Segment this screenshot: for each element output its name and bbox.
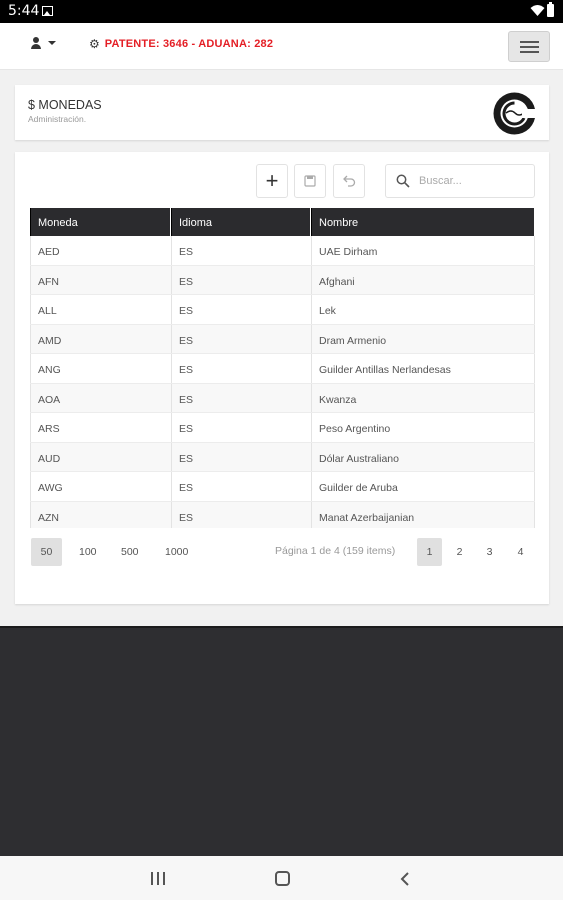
page-button-3[interactable]: 3 xyxy=(477,538,502,566)
page-size-50[interactable]: 50 xyxy=(31,538,62,566)
company-logo xyxy=(493,92,537,135)
cell-nombre: Afghani xyxy=(311,265,535,294)
cell-moneda: AWG xyxy=(30,472,171,501)
save-button[interactable] xyxy=(294,164,326,198)
cell-idioma: ES xyxy=(171,501,311,528)
cell-nombre: Dram Armenio xyxy=(311,324,535,353)
page-size-500[interactable]: 500 xyxy=(113,538,147,566)
back-button[interactable] xyxy=(399,872,411,886)
add-button[interactable]: + xyxy=(256,164,288,198)
gallery-notification-icon xyxy=(42,6,53,16)
recents-icon xyxy=(151,872,153,885)
column-header-idioma[interactable]: Idioma xyxy=(171,208,311,236)
footer-area xyxy=(0,626,563,856)
page-size-100[interactable]: 100 xyxy=(71,538,105,566)
pager-info: Página 1 de 4 (159 items) xyxy=(275,545,396,557)
cell-moneda: AUD xyxy=(30,442,171,471)
cell-moneda: AFN xyxy=(30,265,171,294)
cell-moneda: ALL xyxy=(30,295,171,324)
table-row[interactable]: AFN ES Afghani xyxy=(30,265,535,295)
cell-idioma: ES xyxy=(171,442,311,471)
currencies-table: Moneda Idioma Nombre AED ES UAE Dirham A… xyxy=(30,208,535,528)
undo-button[interactable] xyxy=(333,164,365,198)
table-row[interactable]: AOA ES Kwanza xyxy=(30,383,535,413)
cell-moneda: AZN xyxy=(30,501,171,528)
cell-idioma: ES xyxy=(171,324,311,353)
column-header-moneda[interactable]: Moneda xyxy=(30,208,171,236)
cell-nombre: Dólar Australiano xyxy=(311,442,535,471)
cell-idioma: ES xyxy=(171,265,311,294)
page-header-card: $ MONEDAS Administración. xyxy=(15,85,549,140)
user-menu-dropdown[interactable] xyxy=(30,37,56,49)
cell-idioma: ES xyxy=(171,413,311,442)
back-icon xyxy=(400,872,409,886)
cell-moneda: AED xyxy=(30,236,171,265)
cell-idioma: ES xyxy=(171,236,311,265)
table-row[interactable]: AUD ES Dólar Australiano xyxy=(30,442,535,472)
cell-idioma: ES xyxy=(171,295,311,324)
search-input[interactable] xyxy=(419,175,519,187)
hamburger-icon xyxy=(520,41,539,43)
column-header-nombre[interactable]: Nombre xyxy=(311,208,535,236)
menu-toggle-button[interactable] xyxy=(508,31,550,62)
cell-idioma: ES xyxy=(171,472,311,501)
wifi-icon xyxy=(530,5,545,16)
status-time: 5:44 xyxy=(8,3,40,19)
user-icon xyxy=(30,37,42,49)
cell-moneda: AOA xyxy=(30,383,171,412)
table-row[interactable]: ANG ES Guilder Antillas Nerlandesas xyxy=(30,354,535,384)
cell-nombre: Guilder de Aruba xyxy=(311,472,535,501)
patente-text: PATENTE: 3646 - ADUANA: 282 xyxy=(104,38,274,50)
cell-nombre: Manat Azerbaijanian xyxy=(311,501,535,528)
table-row[interactable]: ARS ES Peso Argentino xyxy=(30,413,535,443)
battery-icon xyxy=(547,2,554,17)
search-box[interactable] xyxy=(385,164,535,198)
cell-moneda: ARS xyxy=(30,413,171,442)
table-row[interactable]: AZN ES Manat Azerbaijanian xyxy=(30,501,535,528)
status-bar: 5:44 xyxy=(0,0,563,23)
table-row[interactable]: AED ES UAE Dirham xyxy=(30,236,535,266)
table-row[interactable]: AWG ES Guilder de Aruba xyxy=(30,472,535,502)
cell-moneda: ANG xyxy=(30,354,171,383)
recents-button[interactable] xyxy=(151,872,166,885)
save-icon xyxy=(304,175,316,187)
cell-nombre: Peso Argentino xyxy=(311,413,535,442)
page-subtitle: Administración. xyxy=(28,114,87,124)
page-size-1000[interactable]: 1000 xyxy=(157,538,196,566)
page-button-2[interactable]: 2 xyxy=(447,538,472,566)
cell-nombre: Guilder Antillas Nerlandesas xyxy=(311,354,535,383)
cell-moneda: AMD xyxy=(30,324,171,353)
page-button-4[interactable]: 4 xyxy=(508,538,533,566)
android-nav-bar xyxy=(0,856,563,900)
table-header: Moneda Idioma Nombre xyxy=(30,208,535,236)
cell-idioma: ES xyxy=(171,383,311,412)
home-button[interactable] xyxy=(275,871,290,886)
gear-icon: ⚙ xyxy=(89,37,100,51)
cell-nombre: Kwanza xyxy=(311,383,535,412)
table-row[interactable]: AMD ES Dram Armenio xyxy=(30,324,535,354)
currencies-card: + Moneda Idioma Nombre AED ES UAE Dirham xyxy=(15,152,549,604)
search-icon xyxy=(396,174,410,188)
cell-nombre: UAE Dirham xyxy=(311,236,535,265)
top-navbar: ⚙ PATENTE: 3646 - ADUANA: 282 xyxy=(0,23,563,70)
plus-icon: + xyxy=(265,168,279,193)
page-button-1[interactable]: 1 xyxy=(417,538,442,566)
undo-icon xyxy=(343,175,356,187)
cell-idioma: ES xyxy=(171,354,311,383)
patente-info: ⚙ PATENTE: 3646 - ADUANA: 282 xyxy=(89,38,273,50)
cell-nombre: Lek xyxy=(311,295,535,324)
table-row[interactable]: ALL ES Lek xyxy=(30,295,535,325)
page-title: $ MONEDAS xyxy=(28,98,102,112)
caret-down-icon xyxy=(48,41,56,45)
